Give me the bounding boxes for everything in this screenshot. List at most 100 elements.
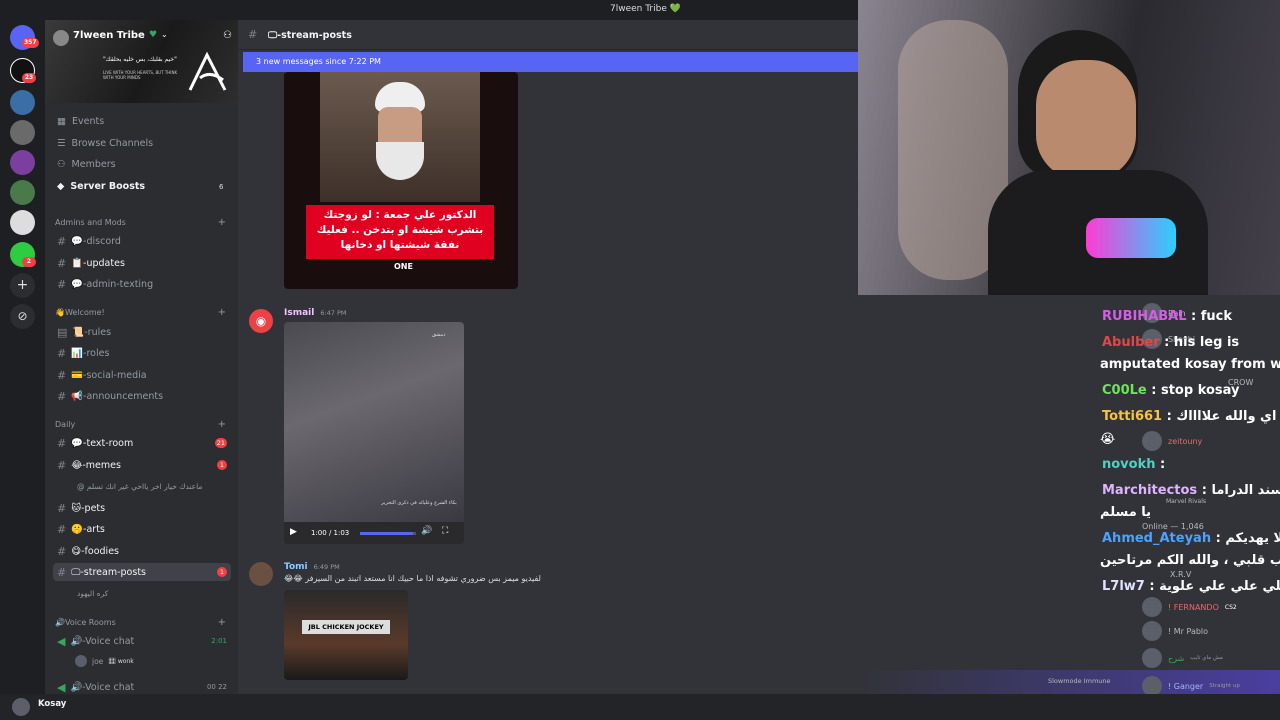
- nav-members[interactable]: ⚇ Members: [57, 159, 116, 170]
- member-item[interactable]: X.R.V: [1170, 570, 1191, 579]
- nav-events[interactable]: ▦ Events: [57, 116, 104, 127]
- nav-label: Events: [71, 116, 105, 127]
- avatar[interactable]: [249, 562, 273, 586]
- channel-label: 😂-memes: [71, 459, 121, 471]
- chat-message: ياحبايب قلبي ، والله الكم مرتاحين: [1100, 553, 1280, 568]
- chat-message: Totti661 : اي والله علااااك: [1102, 409, 1276, 424]
- voice-channel[interactable]: ◀ 🔊-Voice chat 2:01: [53, 632, 231, 650]
- chat-message: RUBIHABAL : fuck: [1102, 309, 1232, 324]
- chat-message: 😭: [1100, 432, 1115, 447]
- channel-announcements[interactable]: # 📢-announcements: [53, 387, 231, 405]
- category-admins-mods[interactable]: Admins and Mods: [55, 218, 126, 227]
- add-channel-icon[interactable]: +: [218, 617, 226, 628]
- channel-label: 🔊-Voice chat: [70, 635, 135, 647]
- chat-text: amputated kosay from war: [1100, 357, 1280, 372]
- nav-browse-channels[interactable]: ☰ Browse Channels: [57, 138, 153, 149]
- add-channel-icon[interactable]: +: [218, 419, 226, 430]
- member-item[interactable]: ! Ganger Straight up: [1142, 676, 1240, 696]
- voice-user[interactable]: joe 🎛 wonk: [75, 655, 134, 667]
- discover-icon[interactable]: ⊘: [10, 304, 35, 329]
- add-channel-icon[interactable]: +: [218, 217, 226, 228]
- channel-foodies[interactable]: # 😋-foodies: [53, 542, 231, 560]
- chat-username: L7lw7: [1102, 579, 1145, 594]
- play-icon[interactable]: ▶: [290, 527, 297, 537]
- channel-stream-posts[interactable]: # 🖵-stream-posts 1: [53, 563, 231, 581]
- nav-label: Members: [71, 159, 116, 170]
- category-daily[interactable]: Daily: [55, 420, 75, 429]
- message-author[interactable]: Tomi 6:49 PM: [284, 562, 340, 572]
- fullscreen-icon[interactable]: ⛶: [442, 526, 448, 536]
- new-messages-bar[interactable]: 3 new messages since 7:22 PM: [243, 52, 858, 72]
- chat-text: يا مسلم: [1100, 505, 1152, 520]
- member-item[interactable]: شرح مش ماي تايب: [1142, 648, 1223, 668]
- chat-username: Totti661: [1102, 409, 1163, 424]
- nav-label: Server Boosts: [70, 181, 146, 192]
- avatar[interactable]: ◉: [249, 309, 273, 333]
- message-time: 6:49 PM: [313, 563, 340, 571]
- channel-updates[interactable]: # 📋-updates: [53, 254, 231, 272]
- channel-pets[interactable]: # 🐱-pets: [53, 499, 231, 517]
- invite-icon[interactable]: ⚇: [223, 30, 232, 41]
- avatar: [75, 655, 87, 667]
- message-time: 6:47 PM: [320, 309, 347, 317]
- video-progress-track[interactable]: [360, 532, 416, 535]
- channel-discord[interactable]: # 💬-discord: [53, 232, 231, 250]
- username[interactable]: Kosay: [38, 699, 66, 709]
- message-text: لفيديو ميمز بس ضروري تشوفه اذا ما حبيك ا…: [284, 574, 541, 583]
- channel-text-room[interactable]: # 💬-text-room 21: [53, 434, 231, 452]
- chat-username: RUBIHABAL: [1102, 309, 1187, 324]
- message-image[interactable]: الدكتور علي جمعة : لو زوجتك بتشرب شيشة ا…: [284, 72, 518, 289]
- speaker-icon: ◀: [57, 680, 66, 694]
- member-item[interactable]: zeitouny: [1142, 431, 1202, 451]
- server-icon[interactable]: [10, 180, 35, 205]
- member-item[interactable]: Marvel Rivals: [1166, 498, 1206, 505]
- heart-icon: ♥: [149, 30, 158, 40]
- nav-server-boosts[interactable]: ◆ Server Boosts: [57, 181, 145, 192]
- voice-user-tag: 🎛 wonk: [108, 657, 134, 665]
- channel-header: # 🖵-stream-posts: [238, 20, 858, 50]
- avatar: [1142, 621, 1162, 641]
- add-server-icon[interactable]: +: [10, 273, 35, 298]
- channel-arts[interactable]: # 🤫-arts: [53, 520, 231, 538]
- member-name: شرح: [1168, 653, 1185, 663]
- chat-message: C00Le : stop kosay: [1102, 383, 1240, 398]
- chevron-down-icon[interactable]: ⌄: [161, 30, 168, 39]
- video-player[interactable]: بكاء الشرع وعليائه في ذكرى التحرير دمشق …: [284, 322, 464, 544]
- channel-title: 🖵-stream-posts: [268, 30, 352, 41]
- channel-rules[interactable]: ▤ 📜-rules: [53, 323, 231, 341]
- member-item[interactable]: ! FERNANDO CS2: [1142, 597, 1237, 617]
- chat-message: novokh :: [1102, 457, 1165, 472]
- category-welcome[interactable]: 👋Welcome!: [55, 308, 105, 317]
- message-image[interactable]: JBL CHICKEN JOCKEY: [284, 590, 408, 680]
- channel-social-media[interactable]: # 💳-social-media: [53, 366, 231, 384]
- dm-badge: 357: [22, 38, 39, 48]
- chat-message: Marchitectos : لا تقسند الدراما: [1102, 483, 1280, 498]
- add-channel-icon[interactable]: +: [218, 307, 226, 318]
- member-item[interactable]: ! Mr Pablo: [1142, 621, 1208, 641]
- message-author[interactable]: Ismail 6:47 PM: [284, 308, 347, 318]
- server-rail: 357 23 2 + ⊘: [0, 20, 45, 720]
- server-icon[interactable]: [10, 120, 35, 145]
- channel-roles[interactable]: # 📊-roles: [53, 344, 231, 362]
- channel-label: 📢-announcements: [71, 390, 164, 402]
- author-name: Tomi: [284, 562, 308, 572]
- thread-item[interactable]: @ ماعندك خيار اخر يااخي غير انك تسلم: [53, 477, 231, 495]
- chat-text: : لا تقسند الدراما: [1201, 483, 1280, 498]
- chat-username: Abulber: [1102, 335, 1160, 350]
- message-composer[interactable]: [238, 694, 1280, 720]
- server-name[interactable]: 7lween Tribe: [73, 30, 145, 41]
- server-icon[interactable]: [10, 90, 35, 115]
- chat-text: ياحبايب قلبي ، والله الكم مرتاحين: [1100, 553, 1280, 568]
- category-voice-rooms[interactable]: 🔊Voice Rooms: [55, 618, 116, 627]
- channel-admin-texting[interactable]: # 💬-admin-texting: [53, 275, 231, 293]
- volume-icon[interactable]: 🔊: [421, 526, 432, 536]
- avatar: [1142, 431, 1162, 451]
- server-banner[interactable]: 7lween Tribe ♥ ⌄ ⚇ "خيم بقلبك، بس خليه ب…: [45, 20, 238, 103]
- avatar[interactable]: [12, 698, 30, 716]
- server-icon[interactable]: [10, 210, 35, 235]
- channel-memes[interactable]: # 😂-memes 1: [53, 456, 231, 474]
- microphone-icon: [1086, 218, 1176, 258]
- server-icon[interactable]: [10, 150, 35, 175]
- hash-icon: #: [57, 436, 67, 450]
- thread-item[interactable]: كره اليهود: [53, 584, 231, 602]
